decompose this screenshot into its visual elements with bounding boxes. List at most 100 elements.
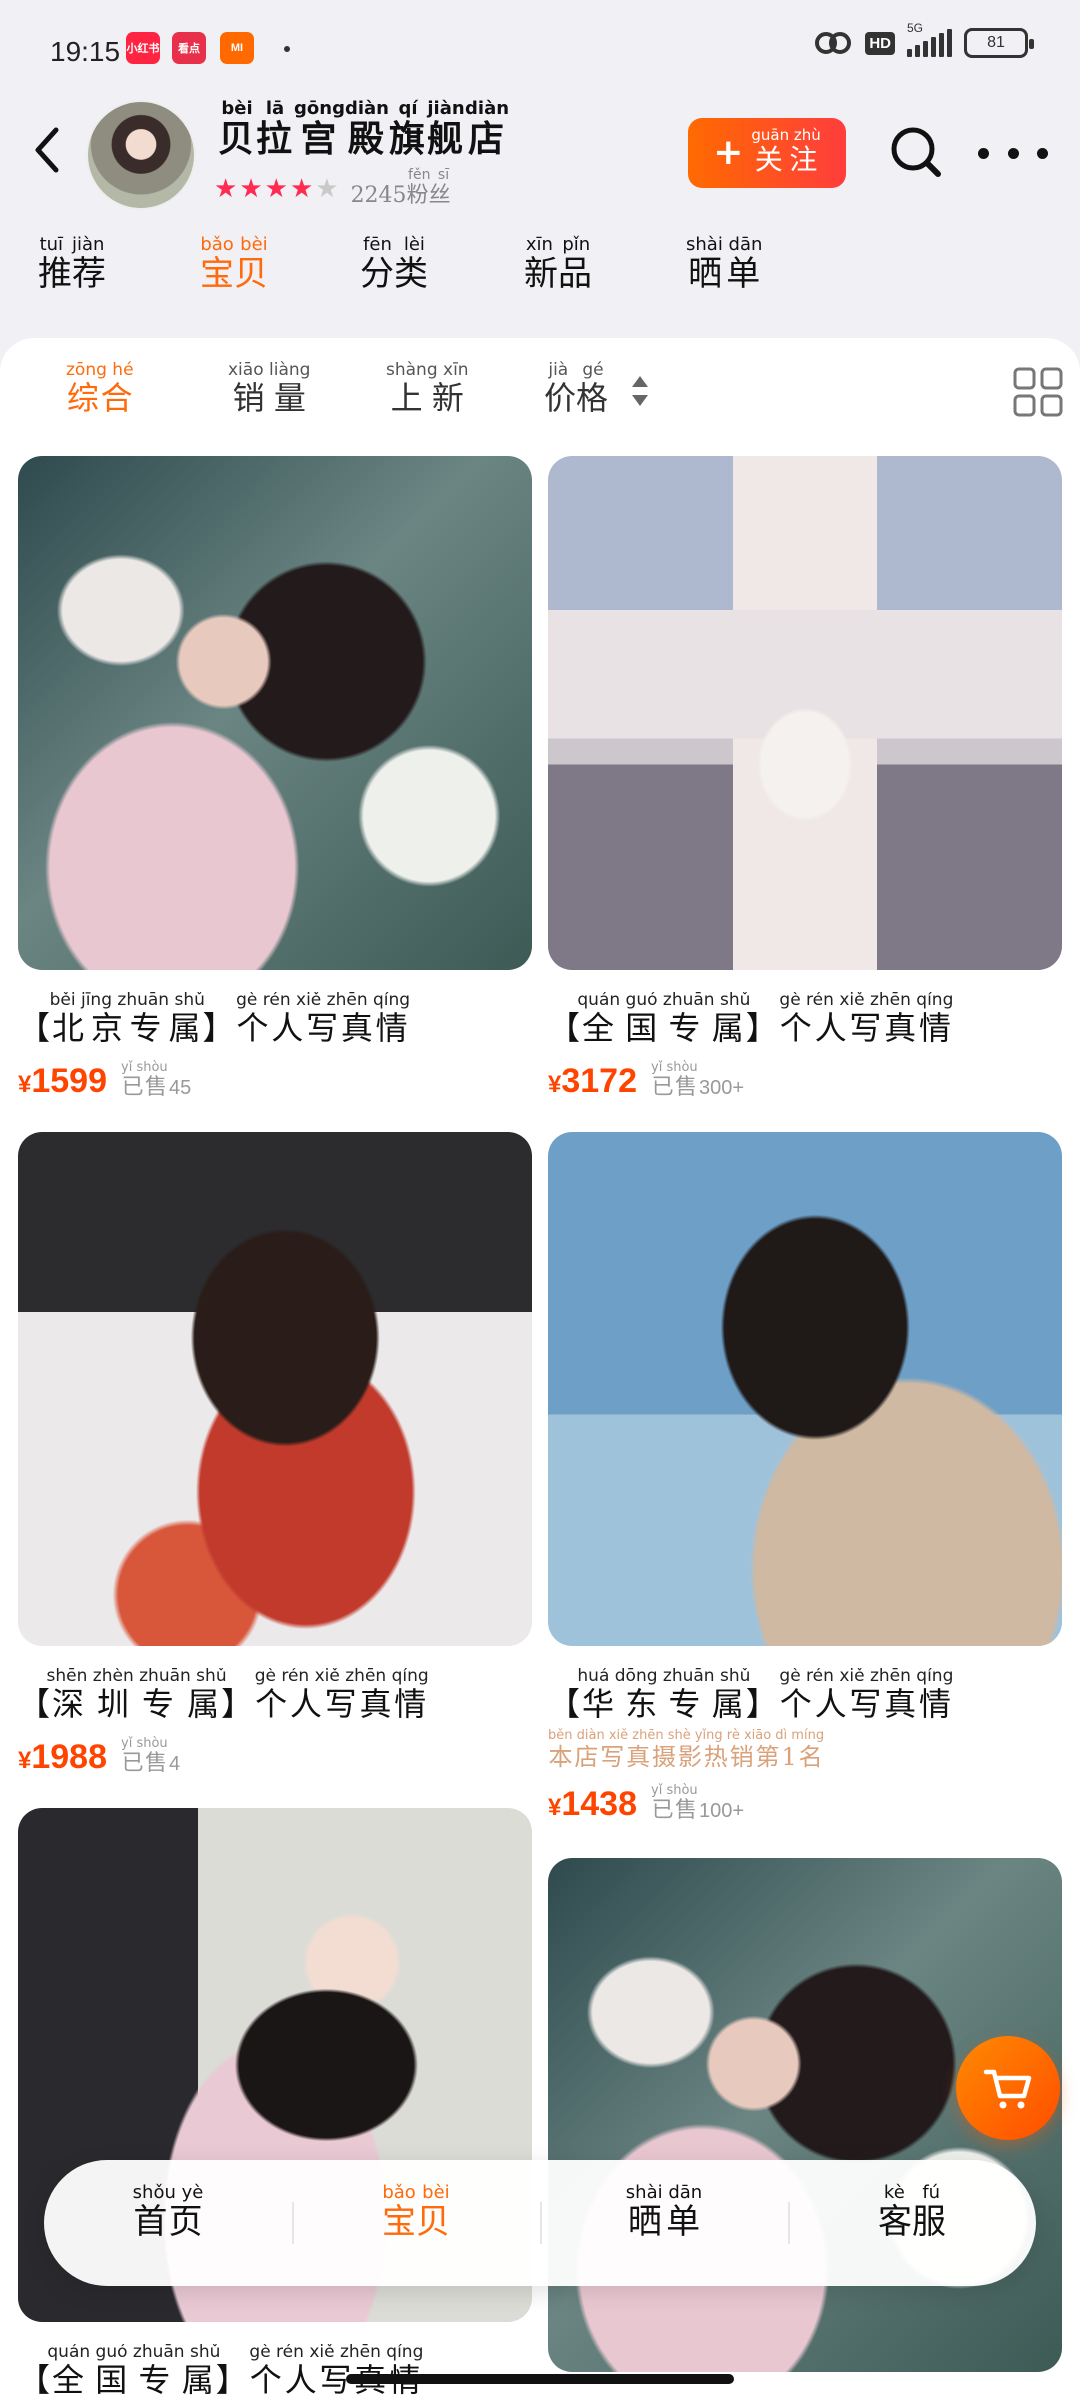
tab-reviews[interactable]: 晒单shài dān (686, 234, 763, 295)
title-segment-pinyin: quán guó zhuān shǔ (577, 992, 751, 1010)
product-card[interactable]: 【华东专属huá dōng zhuān shǔ】个人写真情gè rén xiě … (548, 1132, 1062, 1824)
title-segment-text: 个人写真情 (236, 1009, 411, 1047)
nav-label-text: 晒单 (625, 2202, 703, 2242)
sold-count: 已售yǐ shòu100+ (651, 1783, 745, 1824)
sold-number: 45 (169, 1077, 192, 1099)
price-row: ¥1438 已售yǐ shòu100+ (548, 1783, 1062, 1824)
tab-label: 宝贝bǎo bèi (200, 234, 268, 294)
product-title[interactable]: 【北京专属běi jīng zhuān shǔ】个人写真情gè rén xiě … (18, 992, 532, 1049)
sold-label-pinyin: yǐ shòu (651, 1783, 698, 1798)
cart-icon (983, 2069, 1032, 2109)
title-segment: 全国专属quán guó zhuān shǔ (577, 992, 750, 1047)
nav-home[interactable]: 首页shǒu yè (44, 2182, 292, 2243)
more-options-button[interactable] (978, 138, 1048, 168)
sold-label-text: 已售 (121, 1075, 168, 1100)
layout-toggle-icon[interactable] (1012, 366, 1064, 418)
product-card[interactable]: 【全国专属quán guó zhuān shǔ】个人写真情gè rén xiě … (18, 1808, 532, 2401)
nav-reviews[interactable]: 晒单shài dān (540, 2182, 788, 2243)
product-title[interactable]: 【深圳专属shēn zhèn zhuān shǔ】个人写真情gè rén xiě… (18, 1668, 532, 1725)
sort-label-pinyin: xiāo liàng (228, 360, 311, 380)
product-image[interactable] (548, 1132, 1062, 1646)
sold-number: 4 (169, 1753, 181, 1775)
sort-price[interactable]: 价格jià gé (544, 360, 608, 419)
product-title[interactable]: 【华东专属huá dōng zhuān shǔ】个人写真情gè rén xiě … (548, 1668, 1062, 1725)
home-indicator[interactable] (346, 2374, 734, 2384)
signal-icon: 5G (907, 21, 952, 57)
title-bracket: 【 (18, 1009, 53, 1047)
sort-label-pinyin: shàng xīn (386, 360, 469, 380)
title-segment-text: 深圳专属 (46, 1685, 227, 1723)
status-time: 19:15 (50, 36, 121, 67)
product-photo (548, 1132, 1062, 1646)
sold-label: 已售yǐ shòu (121, 1060, 168, 1100)
sold-label-pinyin: yǐ shòu (651, 1060, 698, 1075)
nav-customer-service[interactable]: 客服kè fú (788, 2182, 1036, 2243)
sort-arrows-icon[interactable] (630, 374, 650, 408)
tab-label-pinyin: shài dān (686, 234, 763, 255)
product-image[interactable] (548, 456, 1062, 970)
nav-label-pinyin: bǎo bèi (382, 2182, 450, 2203)
rank-label: 本店写真摄影热销第1名běn diàn xiě zhēn shè yǐng rè… (548, 1728, 825, 1771)
product-card[interactable]: 【北京专属běi jīng zhuān shǔ】个人写真情gè rén xiě … (18, 456, 532, 1101)
sold-number: 100+ (699, 1800, 745, 1822)
product-photo (18, 456, 532, 970)
product-photo (18, 1132, 532, 1646)
tab-label: 推荐tuī jiàn (38, 234, 106, 294)
shop-name-char: 贝bèi (218, 98, 256, 160)
shop-avatar[interactable] (86, 100, 196, 210)
tab-label-text: 晒单 (686, 254, 763, 294)
rank-label-text: 本店写真摄影热销第1名 (548, 1743, 825, 1771)
sold-label-text: 已售 (121, 1751, 168, 1776)
shop-name-char-text: 旗 (389, 118, 428, 160)
shop-header: 贝bèi拉lā宫gōng殿diàn旗qí舰jiàn店diàn ★ ★ ★ ★ ★ 224… (0, 96, 1080, 226)
shop-name-char: 殿diàn (344, 98, 389, 160)
shop-name-char-text: 舰 (427, 118, 466, 160)
sort-newest[interactable]: 上新shàng xīn (386, 360, 469, 419)
shop-name: 贝bèi拉lā宫gōng殿diàn旗qí舰jiàn店diàn (218, 98, 509, 162)
nav-label: 晒单shài dān (625, 2182, 703, 2242)
title-segment: 深圳专属shēn zhèn zhuān shǔ (47, 1668, 227, 1723)
search-button[interactable] (886, 122, 946, 182)
title-segment-pinyin: gè rén xiě zhēn qíng (254, 1668, 429, 1686)
product-price: ¥1988 (18, 1738, 107, 1777)
nav-label-pinyin: shǒu yè (132, 2182, 204, 2203)
nav-divider (292, 2202, 294, 2244)
star-filled-icon: ★ (239, 173, 263, 204)
product-title[interactable]: 【全国专属quán guó zhuān shǔ】个人写真情gè rén xiě … (18, 2344, 532, 2401)
tab-items[interactable]: 宝贝bǎo bèi (200, 234, 268, 295)
follow-button[interactable]: + 关注guān zhù (688, 118, 846, 188)
nav-items[interactable]: 宝贝bǎo bèi (292, 2182, 540, 2243)
title-segment-text: 全国专属 (47, 2361, 221, 2399)
shop-meta: ★ ★ ★ ★ ★ 2245粉丝fěn sī (214, 167, 451, 209)
sort-overall[interactable]: 综合zōng hé (66, 360, 134, 419)
product-image[interactable] (18, 1132, 532, 1646)
tab-label: 新品xīn pǐn (524, 234, 592, 294)
title-segment-text: 个人写真情 (779, 1685, 954, 1723)
tab-category[interactable]: 分类fēn lèi (360, 234, 428, 295)
title-bracket: 】 (745, 1685, 780, 1723)
notification-dot-icon (284, 46, 290, 52)
title-segment-text: 个人写真情 (254, 1685, 429, 1723)
hotspot-icon (815, 32, 852, 54)
sort-label-text: 综合 (66, 379, 134, 417)
product-image[interactable] (18, 456, 532, 970)
tab-label-text: 推荐 (38, 254, 106, 294)
product-card[interactable]: 【深圳专属shēn zhèn zhuān shǔ】个人写真情gè rén xiě… (18, 1132, 532, 1777)
product-card[interactable]: 【全国专属quán guó zhuān shǔ】个人写真情gè rén xiě … (548, 456, 1062, 1101)
star-filled-icon: ★ (214, 173, 238, 204)
back-button[interactable] (22, 120, 72, 180)
sold-label-pinyin: yǐ shòu (121, 1736, 168, 1751)
fans-number: 2245 (350, 183, 407, 208)
tab-new[interactable]: 新品xīn pǐn (524, 234, 592, 295)
nav-label-text: 客服 (878, 2202, 946, 2242)
cart-button[interactable] (956, 2036, 1060, 2140)
tab-label-text: 宝贝 (200, 254, 268, 294)
product-title[interactable]: 【全国专属quán guó zhuān shǔ】个人写真情gè rén xiě … (548, 992, 1062, 1049)
sort-label: 价格jià gé (544, 360, 608, 417)
shop-name-char-text: 殿 (344, 118, 389, 160)
sold-label-text: 已售 (651, 1798, 698, 1823)
tab-recommend[interactable]: 推荐tuī jiàn (38, 234, 106, 295)
title-segment: 北京专属běi jīng zhuān shǔ (50, 992, 205, 1047)
sort-sales[interactable]: 销量xiāo liàng (228, 360, 311, 419)
nav-label: 首页shǒu yè (133, 2182, 204, 2242)
